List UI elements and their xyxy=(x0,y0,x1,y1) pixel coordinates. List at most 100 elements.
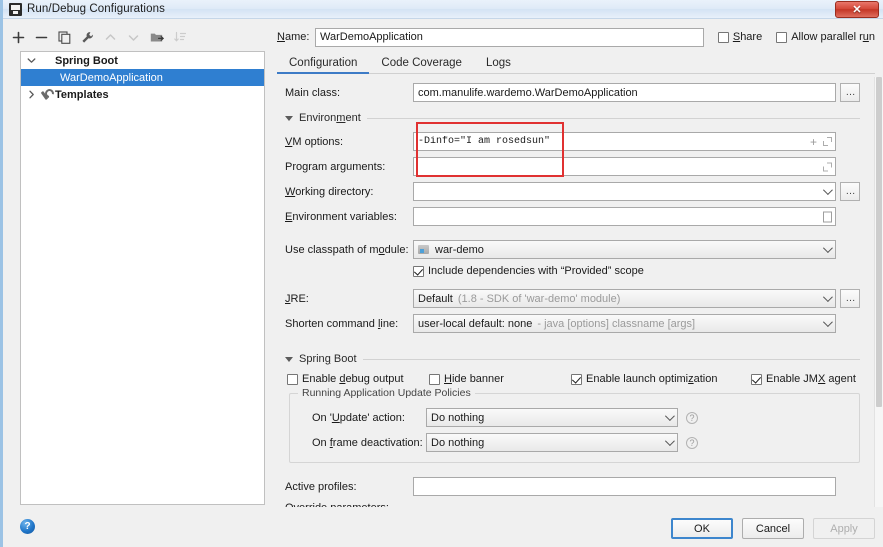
jre-combo[interactable]: Default (1.8 - SDK of 'war-demo' module) xyxy=(413,289,836,308)
on-update-action-row: On 'Update' action: Do nothing ? xyxy=(312,408,851,427)
use-classpath-combo[interactable]: war-demo xyxy=(413,240,836,259)
chevron-down-icon xyxy=(664,410,675,421)
ellipsis-icon: … xyxy=(845,293,856,304)
checkbox-box xyxy=(571,373,582,385)
tree-item-templates[interactable]: Templates xyxy=(21,86,264,103)
ok-button[interactable]: OK xyxy=(671,518,733,539)
dialog-button-bar: OK Cancel Apply xyxy=(671,518,875,539)
form-scrollbar[interactable] xyxy=(874,77,883,507)
on-update-action-help-icon[interactable]: ? xyxy=(686,411,698,424)
main-class-browse-button[interactable]: … xyxy=(840,83,860,102)
move-up-button[interactable] xyxy=(103,30,118,45)
on-frame-deactivation-help-icon[interactable]: ? xyxy=(686,436,698,449)
spring-boot-section-label: Spring Boot xyxy=(299,353,357,365)
tree-item-spring-boot[interactable]: Spring Boot xyxy=(21,52,264,69)
environment-section-header: Environment xyxy=(285,112,860,124)
program-arguments-input[interactable] xyxy=(413,157,836,176)
enable-debug-output-label: Enable debug output xyxy=(302,373,404,385)
enable-launch-optimization-checkbox[interactable]: Enable launch optimization xyxy=(571,373,751,385)
name-input[interactable] xyxy=(315,27,704,47)
shorten-command-line-hint: - java [options] classname [args] xyxy=(537,317,696,330)
override-parameters-label: Override parameters: xyxy=(285,502,413,507)
expand-icon[interactable] xyxy=(823,137,832,146)
checkbox-box xyxy=(717,31,729,43)
include-provided-scope-checkbox[interactable]: Include dependencies with “Provided” sco… xyxy=(413,265,644,277)
vm-options-row: VM options: + xyxy=(285,132,860,151)
update-policies-title: Running Application Update Policies xyxy=(298,387,475,399)
chevron-down-icon xyxy=(664,435,675,446)
working-directory-row: Working directory: … xyxy=(285,182,860,201)
jre-browse-button[interactable]: … xyxy=(840,289,860,308)
tree-item-label: WarDemoApplication xyxy=(60,71,163,84)
configurations-tree[interactable]: Spring Boot WarDemoApplication Templates xyxy=(20,51,265,505)
program-arguments-row: Program arguments: xyxy=(285,157,860,176)
move-into-folder-icon[interactable] xyxy=(149,30,164,45)
allow-parallel-run-label: Allow parallel run xyxy=(791,31,875,43)
jre-hint: (1.8 - SDK of 'war-demo' module) xyxy=(457,292,621,305)
name-label: Name: xyxy=(277,31,310,43)
collapse-triangle-icon[interactable] xyxy=(285,115,293,121)
shorten-command-line-row: Shorten command line: user-local default… xyxy=(285,314,860,333)
chevron-right-icon[interactable] xyxy=(25,90,38,99)
jre-label: JRE: xyxy=(285,292,309,305)
share-checkbox[interactable]: Share xyxy=(717,31,763,43)
move-down-button[interactable] xyxy=(126,30,141,45)
cancel-button[interactable]: Cancel xyxy=(742,518,804,539)
tree-item-label: Templates xyxy=(55,88,109,101)
hide-banner-checkbox[interactable]: Hide banner xyxy=(429,373,571,385)
enable-debug-output-checkbox[interactable]: Enable debug output xyxy=(287,373,429,385)
spring-boot-icon xyxy=(43,71,57,84)
help-icon[interactable]: ? xyxy=(20,519,35,534)
on-frame-deactivation-combo[interactable]: Do nothing xyxy=(426,433,678,452)
shorten-command-line-label: Shorten command line: xyxy=(285,317,399,330)
jre-row: JRE: Default (1.8 - SDK of 'war-demo' mo… xyxy=(285,289,860,308)
close-button[interactable]: ✕ xyxy=(835,1,879,18)
on-update-action-combo[interactable]: Do nothing xyxy=(426,408,678,427)
active-profiles-label: Active profiles: xyxy=(285,480,357,493)
checkbox-box xyxy=(751,373,762,385)
tab-configuration[interactable]: Configuration xyxy=(277,57,370,74)
working-directory-combo[interactable] xyxy=(413,182,836,201)
enable-launch-optimization-label: Enable launch optimization xyxy=(586,373,718,385)
collapse-triangle-icon[interactable] xyxy=(285,356,293,362)
chevron-down-icon[interactable] xyxy=(25,56,38,65)
environment-section-label: Environment xyxy=(299,112,361,124)
vm-options-label: VM options: xyxy=(285,135,344,148)
add-configuration-button[interactable] xyxy=(11,30,26,45)
checkbox-box xyxy=(429,373,440,385)
share-label: Share xyxy=(732,31,763,43)
tab-logs[interactable]: Logs xyxy=(474,57,523,73)
ellipsis-icon: … xyxy=(845,186,856,197)
active-profiles-input[interactable] xyxy=(413,477,836,496)
shorten-command-line-combo[interactable]: user-local default: none - java [options… xyxy=(413,314,836,333)
tree-item-wardemoapplication[interactable]: WarDemoApplication xyxy=(21,69,264,86)
cancel-button-label: Cancel xyxy=(755,522,791,535)
copy-configuration-icon[interactable] xyxy=(57,30,72,45)
working-directory-browse-button[interactable]: … xyxy=(840,182,860,201)
include-provided-scope-label: Include dependencies with “Provided” sco… xyxy=(428,265,644,277)
help-glyph: ? xyxy=(24,521,31,532)
spring-boot-options-row: Enable debug output Hide banner Enable l… xyxy=(287,373,860,385)
edit-templates-wrench-icon[interactable] xyxy=(80,30,95,45)
ellipsis-icon: … xyxy=(845,87,856,98)
expand-icon[interactable] xyxy=(823,162,832,171)
environment-variables-browse-icon[interactable] xyxy=(823,211,832,222)
intellij-idea-icon xyxy=(9,2,22,16)
environment-variables-label: Environment variables: xyxy=(285,210,397,223)
sidebar-toolbar xyxy=(11,25,267,49)
use-classpath-value: war-demo xyxy=(435,243,484,256)
tab-code-coverage[interactable]: Code Coverage xyxy=(369,57,474,73)
add-vm-option-icon[interactable]: + xyxy=(810,136,817,148)
vm-options-input[interactable] xyxy=(413,132,836,151)
environment-variables-input[interactable] xyxy=(413,207,836,226)
title-bar: Run/Debug Configurations ✕ xyxy=(3,0,883,19)
active-profiles-row: Active profiles: xyxy=(285,477,860,496)
allow-parallel-run-checkbox[interactable]: Allow parallel run xyxy=(776,31,875,43)
remove-configuration-button[interactable] xyxy=(34,30,49,45)
enable-jmx-agent-checkbox[interactable]: Enable JMX agent xyxy=(751,373,856,385)
on-frame-deactivation-label: On frame deactivation: xyxy=(312,436,423,449)
scrollbar-thumb[interactable] xyxy=(876,77,882,407)
checkbox-box xyxy=(413,265,424,277)
main-class-input[interactable] xyxy=(413,83,836,102)
sort-configurations-icon[interactable] xyxy=(172,30,187,45)
